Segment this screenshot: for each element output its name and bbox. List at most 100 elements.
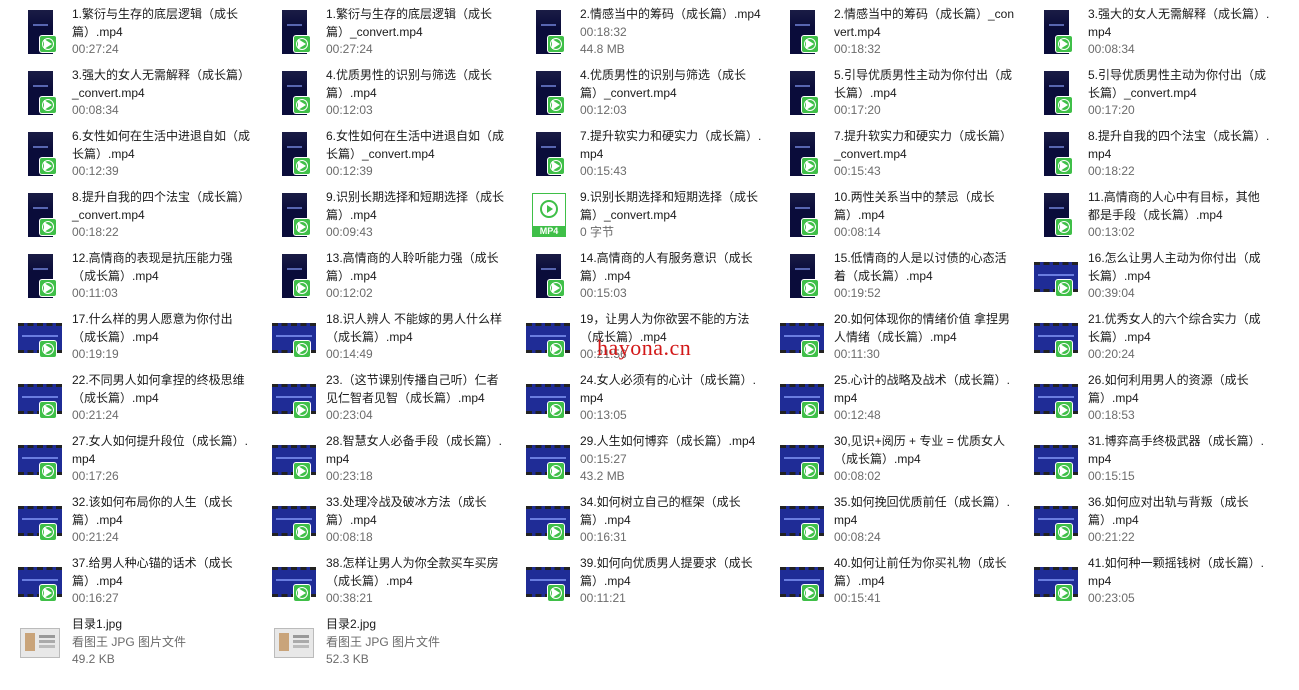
file-item[interactable]: 4.优质男性的识别与筛选（成长篇）_convert.mp4 00:12:03 xyxy=(508,61,762,122)
video-thumbnail xyxy=(18,376,62,420)
file-item[interactable]: 22.不同男人如何拿捏的终极思维（成长篇）.mp4 00:21:24 xyxy=(0,366,254,427)
file-name: 5.引导优质男性主动为你付出（成长篇）_convert.mp4 xyxy=(1088,68,1267,100)
file-item[interactable]: 6.女性如何在生活中进退自如（成长篇）_convert.mp4 00:12:39 xyxy=(254,122,508,183)
file-item[interactable]: MP4 9.识别长期选择和短期选择（成长篇）_convert.mp4 0 字节 xyxy=(508,183,762,244)
video-thumbnail xyxy=(272,71,314,115)
file-item[interactable]: 2.情感当中的筹码（成长篇）_convert.mp4 00:18:32 xyxy=(762,0,1016,61)
file-info: 41.如何种一颗摇钱树（成长篇）.mp4 00:23:05 xyxy=(1088,555,1270,608)
video-thumbnail xyxy=(1034,10,1076,54)
play-badge-icon xyxy=(40,280,56,296)
file-item[interactable]: 23.（这节课别传播自己听）仁者见仁智者见智（成长篇）.mp4 00:23:04 xyxy=(254,366,508,427)
file-item[interactable]: 1.繁衍与生存的底层逻辑（成长篇）_convert.mp4 00:27:24 xyxy=(254,0,508,61)
file-type: 看图王 JPG 图片文件 xyxy=(72,634,187,649)
file-item[interactable]: 35.如何挽回优质前任（成长篇）.mp4 00:08:24 xyxy=(762,488,1016,549)
file-item[interactable]: 38.怎样让男人为你全款买车买房（成长篇）.mp4 00:38:21 xyxy=(254,549,508,610)
file-duration: 00:23:05 xyxy=(1088,591,1135,605)
file-duration: 00:12:39 xyxy=(72,164,119,178)
file-name: 16.怎么让男人主动为你付出（成长篇）.mp4 xyxy=(1088,251,1261,283)
file-item[interactable]: 目录1.jpg 看图王 JPG 图片文件 49.2 KB xyxy=(0,610,254,671)
file-info: 10.两性关系当中的禁忌（成长篇）.mp4 00:08:14 xyxy=(834,189,1016,242)
file-info: 28.智慧女人必备手段（成长篇）.mp4 00:23:18 xyxy=(326,433,508,486)
play-badge-icon xyxy=(40,36,56,52)
play-badge-icon xyxy=(40,219,56,235)
file-item[interactable]: 10.两性关系当中的禁忌（成长篇）.mp4 00:08:14 xyxy=(762,183,1016,244)
file-item[interactable]: 5.引导优质男性主动为你付出（成长篇）_convert.mp4 00:17:20 xyxy=(1016,61,1270,122)
file-item[interactable]: 9.识别长期选择和短期选择（成长篇）.mp4 00:09:43 xyxy=(254,183,508,244)
file-item[interactable]: 18.识人辨人 不能嫁的男人什么样（成长篇）.mp4 00:14:49 xyxy=(254,305,508,366)
file-item[interactable]: 31.博弈高手终极武器（成长篇）.mp4 00:15:15 xyxy=(1016,427,1270,488)
video-thumbnail xyxy=(272,10,314,54)
video-thumbnail xyxy=(780,132,822,176)
file-item[interactable]: 34.如何树立自己的框架（成长篇）.mp4 00:16:31 xyxy=(508,488,762,549)
file-item[interactable]: 2.情感当中的筹码（成长篇）.mp4 00:18:32 44.8 MB xyxy=(508,0,762,61)
file-item[interactable]: 29.人生如何博弈（成长篇）.mp4 00:15:27 43.2 MB xyxy=(508,427,762,488)
play-badge-icon xyxy=(40,402,56,418)
file-item[interactable]: 8.提升自我的四个法宝（成长篇）.mp4 00:18:22 xyxy=(1016,122,1270,183)
file-item[interactable]: 4.优质男性的识别与筛选（成长篇）.mp4 00:12:03 xyxy=(254,61,508,122)
file-item[interactable]: 27.女人如何提升段位（成长篇）.mp4 00:17:26 xyxy=(0,427,254,488)
image-thumbnail-icon xyxy=(18,620,60,664)
file-item[interactable]: 41.如何种一颗摇钱树（成长篇）.mp4 00:23:05 xyxy=(1016,549,1270,610)
file-item[interactable]: 24.女人必须有的心计（成长篇）.mp4 00:13:05 xyxy=(508,366,762,427)
file-info: 38.怎样让男人为你全款买车买房（成长篇）.mp4 00:38:21 xyxy=(326,555,508,608)
file-item[interactable]: 8.提升自我的四个法宝（成长篇）_convert.mp4 00:18:22 xyxy=(0,183,254,244)
file-name: 7.提升软实力和硬实力（成长篇）_convert.mp4 xyxy=(834,129,1013,161)
file-info: 1.繁衍与生存的底层逻辑（成长篇）.mp4 00:27:24 xyxy=(72,6,254,59)
play-badge-icon xyxy=(294,585,310,601)
file-info: 6.女性如何在生活中进退自如（成长篇）_convert.mp4 00:12:39 xyxy=(326,128,508,181)
play-badge-icon xyxy=(802,280,818,296)
video-thumbnail xyxy=(1034,193,1076,237)
file-item[interactable]: 40.如何让前任为你买礼物（成长篇）.mp4 00:15:41 xyxy=(762,549,1016,610)
file-item[interactable]: 15.低情商的人是以讨债的心态活着（成长篇）.mp4 00:19:52 xyxy=(762,244,1016,305)
play-badge-icon xyxy=(1056,280,1072,296)
file-duration: 00:20:24 xyxy=(1088,347,1135,361)
file-info: 12.高情商的表现是抗压能力强（成长篇）.mp4 00:11:03 xyxy=(72,250,254,303)
play-badge-icon xyxy=(294,97,310,113)
file-item[interactable]: 33.处理冷战及破冰方法（成长篇）.mp4 00:08:18 xyxy=(254,488,508,549)
file-duration: 00:17:20 xyxy=(1088,103,1135,117)
file-item[interactable]: 6.女性如何在生活中进退自如（成长篇）.mp4 00:12:39 xyxy=(0,122,254,183)
file-item[interactable]: 39.如何向优质男人提要求（成长篇）.mp4 00:11:21 xyxy=(508,549,762,610)
file-item[interactable]: 20.如何体现你的情绪价值 拿捏男人情绪（成长篇）.mp4 00:11:30 xyxy=(762,305,1016,366)
file-duration: 00:11:21 xyxy=(580,591,626,605)
file-item[interactable]: 16.怎么让男人主动为你付出（成长篇）.mp4 00:39:04 xyxy=(1016,244,1270,305)
file-item[interactable]: 21.优秀女人的六个综合实力（成长篇）.mp4 00:20:24 xyxy=(1016,305,1270,366)
file-duration: 00:18:53 xyxy=(1088,408,1135,422)
file-info: 5.引导优质男性主动为你付出（成长篇）.mp4 00:17:20 xyxy=(834,67,1016,120)
file-name: 9.识别长期选择和短期选择（成长篇）.mp4 xyxy=(326,190,505,222)
file-item[interactable]: 17.什么样的男人愿意为你付出（成长篇）.mp4 00:19:19 xyxy=(0,305,254,366)
file-item[interactable]: 30,见识+阅历 + 专业 = 优质女人（成长篇）.mp4 00:08:02 xyxy=(762,427,1016,488)
file-item[interactable]: 36.如何应对出轨与背叛（成长篇）.mp4 00:21:22 xyxy=(1016,488,1270,549)
play-badge-icon xyxy=(802,524,818,540)
file-name: 3.强大的女人无需解释（成长篇）_convert.mp4 xyxy=(72,68,251,100)
file-item[interactable]: 26.如何利用男人的资源（成长篇）.mp4 00:18:53 xyxy=(1016,366,1270,427)
file-duration: 00:12:03 xyxy=(326,103,373,117)
play-badge-icon xyxy=(1056,97,1072,113)
file-item[interactable]: 3.强大的女人无需解释（成长篇）.mp4 00:08:34 xyxy=(1016,0,1270,61)
file-name: 22.不同男人如何拿捏的终极思维（成长篇）.mp4 xyxy=(72,373,245,405)
file-name: 14.高情商的人有服务意识（成长篇）.mp4 xyxy=(580,251,753,283)
file-item[interactable]: 25.心计的战略及战术（成长篇）.mp4 00:12:48 xyxy=(762,366,1016,427)
file-item[interactable]: 目录2.jpg 看图王 JPG 图片文件 52.3 KB xyxy=(254,610,508,671)
video-thumbnail xyxy=(526,437,570,481)
file-item[interactable]: 7.提升软实力和硬实力（成长篇）.mp4 00:15:43 xyxy=(508,122,762,183)
file-info: 4.优质男性的识别与筛选（成长篇）.mp4 00:12:03 xyxy=(326,67,508,120)
file-item[interactable]: 7.提升软实力和硬实力（成长篇）_convert.mp4 00:15:43 xyxy=(762,122,1016,183)
file-item[interactable]: 14.高情商的人有服务意识（成长篇）.mp4 00:15:03 xyxy=(508,244,762,305)
file-info: 20.如何体现你的情绪价值 拿捏男人情绪（成长篇）.mp4 00:11:30 xyxy=(834,311,1016,364)
file-item[interactable]: 5.引导优质男性主动为你付出（成长篇）.mp4 00:17:20 xyxy=(762,61,1016,122)
file-item[interactable]: 37.给男人种心锚的话术（成长篇）.mp4 00:16:27 xyxy=(0,549,254,610)
file-item[interactable]: 11.高情商的人心中有目标，其他都是手段（成长篇）.mp4 00:13:02 xyxy=(1016,183,1270,244)
video-thumbnail xyxy=(1034,315,1078,359)
file-name: 9.识别长期选择和短期选择（成长篇）_convert.mp4 xyxy=(580,190,759,222)
play-badge-icon xyxy=(294,158,310,174)
play-badge-icon xyxy=(1056,524,1072,540)
file-item[interactable]: 13.高情商的人聆听能力强（成长篇）.mp4 00:12:02 xyxy=(254,244,508,305)
file-item[interactable]: 28.智慧女人必备手段（成长篇）.mp4 00:23:18 xyxy=(254,427,508,488)
file-item[interactable]: 1.繁衍与生存的底层逻辑（成长篇）.mp4 00:27:24 xyxy=(0,0,254,61)
video-thumbnail xyxy=(18,437,62,481)
file-info: 1.繁衍与生存的底层逻辑（成长篇）_convert.mp4 00:27:24 xyxy=(326,6,508,59)
file-item[interactable]: 32.该如何布局你的人生（成长篇）.mp4 00:21:24 xyxy=(0,488,254,549)
file-item[interactable]: 12.高情商的表现是抗压能力强（成长篇）.mp4 00:11:03 xyxy=(0,244,254,305)
file-item[interactable]: 3.强大的女人无需解释（成长篇）_convert.mp4 00:08:34 xyxy=(0,61,254,122)
